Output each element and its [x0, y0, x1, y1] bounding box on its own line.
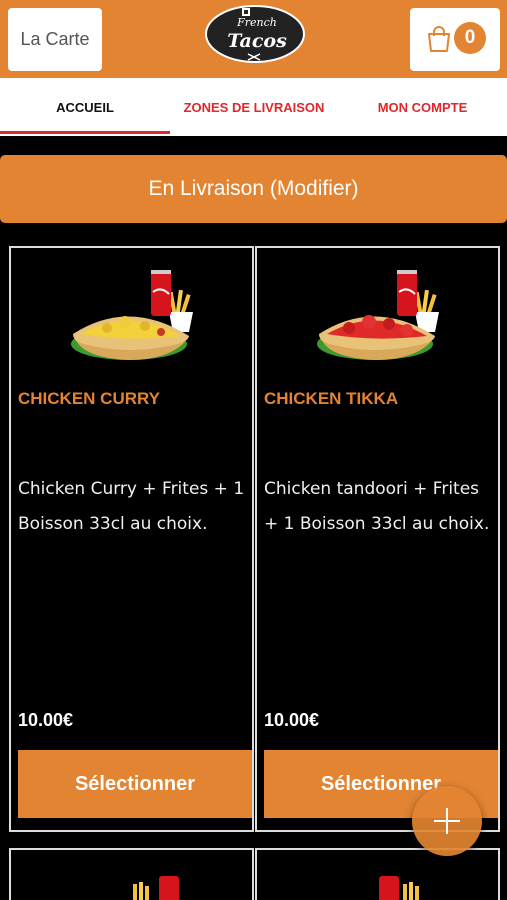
french-tacos-logo[interactable]: French Tacos: [204, 4, 306, 64]
cart-button[interactable]: 0: [410, 8, 500, 71]
menu-image-partial: [133, 876, 179, 900]
cart-count-badge: 0: [454, 22, 486, 54]
product-price: 10.00€: [264, 710, 320, 730]
select-product-button[interactable]: Sélectionner: [18, 750, 252, 818]
app-header: La Carte French Tacos 0: [0, 0, 507, 78]
product-name: CHICKEN CURRY: [18, 389, 160, 408]
product-card-partial: [255, 848, 500, 900]
floating-add-button[interactable]: [412, 786, 482, 856]
delivery-mode-button[interactable]: En Livraison (Modifier): [0, 155, 507, 223]
tacos-tikka-menu-image: [317, 270, 439, 360]
product-description: Chicken tandoori + Frites + 1 Boisson 33…: [264, 479, 490, 534]
tacos-curry-menu-image: [71, 270, 193, 360]
logo-text-top: French: [236, 16, 277, 29]
menu-button[interactable]: La Carte: [8, 8, 102, 71]
shopping-bag-icon: [428, 26, 450, 52]
tab-accueil[interactable]: ACCUEIL: [0, 78, 170, 136]
tab-zones-de-livraison[interactable]: ZONES DE LIVRAISON: [170, 78, 338, 136]
nav-tabs: ACCUEIL ZONES DE LIVRAISON MON COMPTE: [0, 78, 507, 136]
product-description: Chicken Curry + Frites + 1 Boisson 33cl …: [18, 479, 245, 534]
tab-mon-compte[interactable]: MON COMPTE: [338, 78, 507, 136]
product-name: CHICKEN TIKKA: [264, 389, 399, 408]
product-card: CHICKEN TIKKA Chicken tandoori + Frites …: [255, 246, 500, 832]
logo-text-main: Tacos: [227, 30, 287, 52]
product-card-partial: [9, 848, 254, 900]
menu-image-partial: [379, 876, 419, 900]
product-card: CHICKEN CURRY Chicken Curry + Frites + 1…: [9, 246, 254, 832]
product-price: 10.00€: [18, 710, 74, 730]
plus-icon: [434, 808, 460, 834]
